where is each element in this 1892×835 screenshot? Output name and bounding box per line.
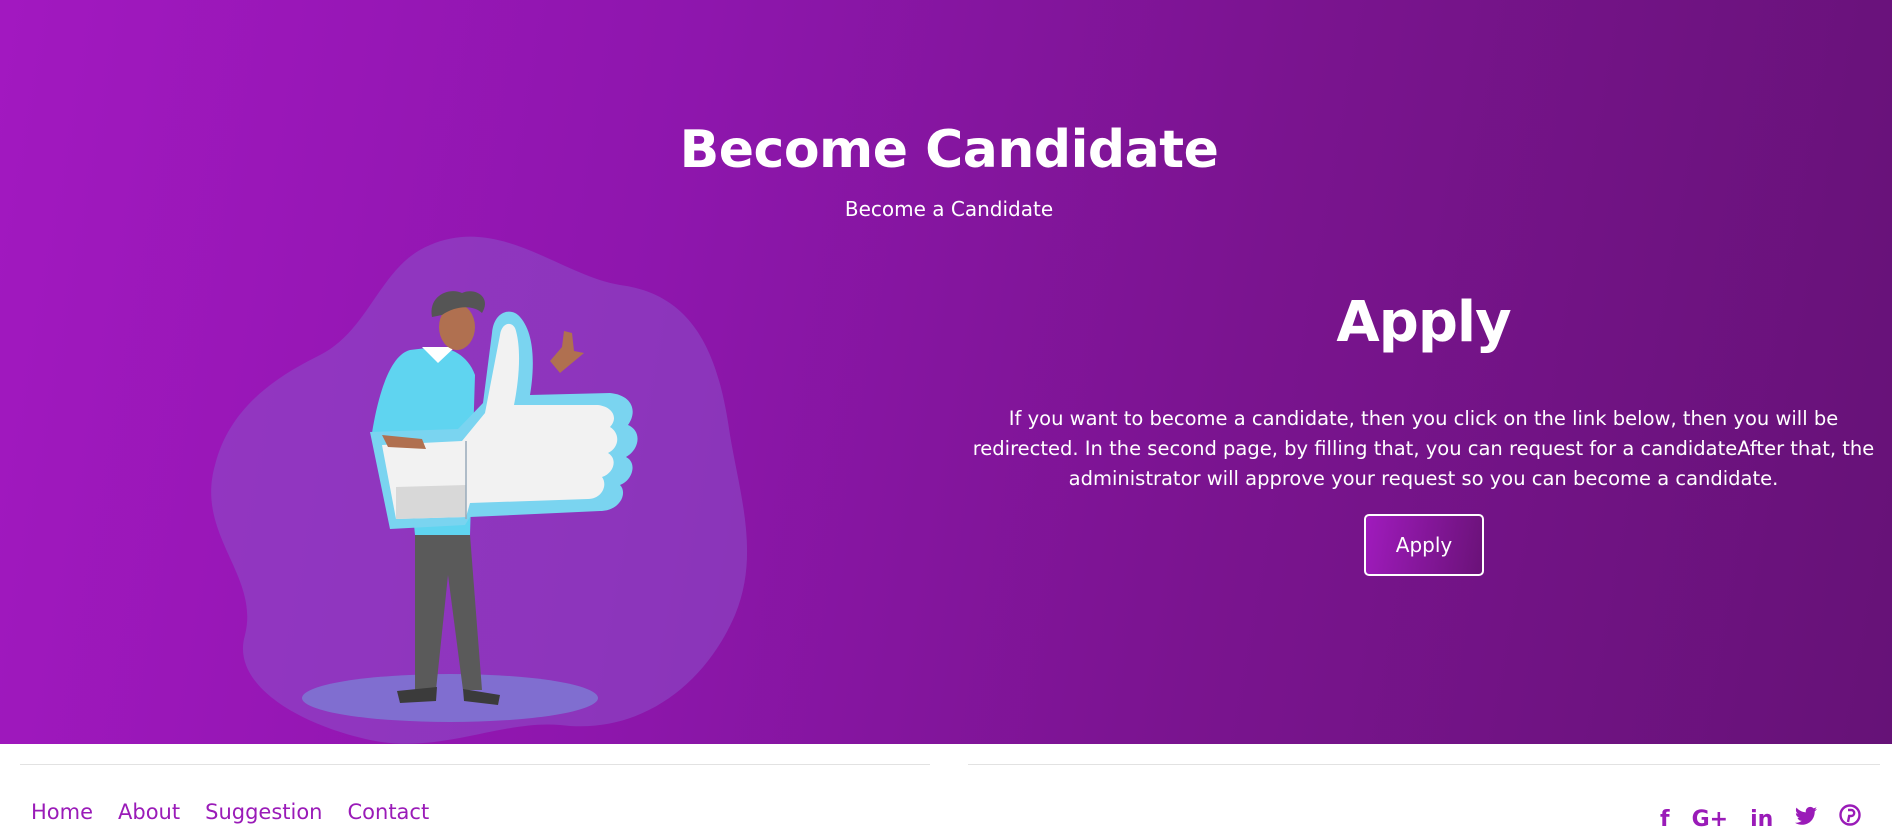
footer-divider-left [20,764,930,765]
apply-button[interactable]: Apply [1364,514,1484,576]
hero-section: Become Candidate Become a Candidate Appl… [0,0,1892,744]
footer: Home About Suggestion Contact f G+ in [0,744,1892,832]
footer-link-contact[interactable]: Contact [348,800,430,824]
social-links: f G+ in [1660,804,1861,835]
footer-link-about[interactable]: About [118,800,180,824]
linkedin-icon[interactable]: in [1750,805,1773,835]
footer-divider-right [968,764,1880,765]
google-plus-icon[interactable]: G+ [1692,805,1729,835]
footer-link-suggestion[interactable]: Suggestion [205,800,322,824]
footer-nav: Home About Suggestion Contact [31,800,429,824]
page-title: Become Candidate [679,120,1219,180]
floor-shadow [302,674,598,722]
twitter-icon[interactable] [1795,805,1818,835]
apply-description: If you want to become a candidate, then … [972,407,1875,490]
thumbs-up-shade [396,485,466,519]
apply-heading: Apply [1336,290,1511,355]
facebook-icon[interactable]: f [1660,805,1670,835]
page-subtitle: Become a Candidate [844,197,1054,221]
footer-link-home[interactable]: Home [31,800,93,824]
pinterest-icon[interactable] [1839,804,1861,835]
thumbs-up-illustration [211,236,748,744]
